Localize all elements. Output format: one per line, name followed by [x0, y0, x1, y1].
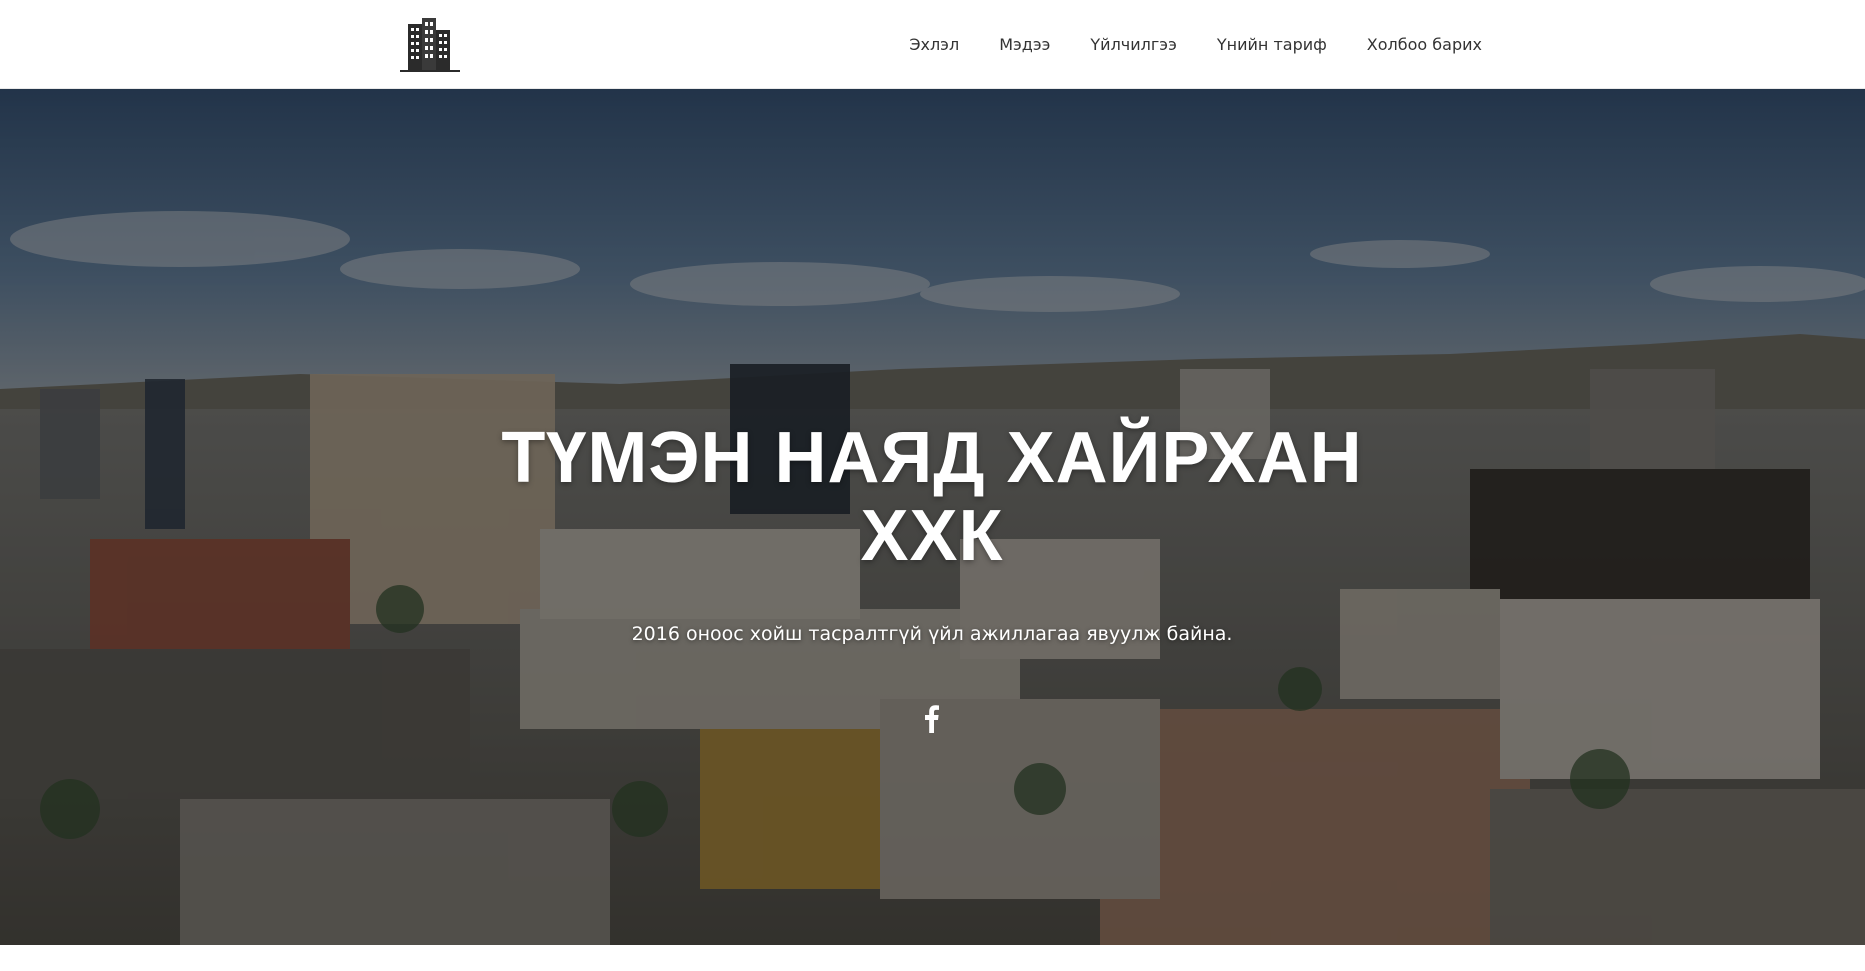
page-bottom-strip	[0, 945, 1865, 971]
hero-content: ТҮМЭН НАЯД ХАЙРХАН ХХК 2016 оноос хойш т…	[0, 89, 1865, 945]
hero-subtitle: 2016 оноос хойш тасралтгүй үйл ажиллагаа…	[631, 623, 1233, 645]
hero-title-line2: ХХК	[860, 496, 1004, 576]
top-navbar: Эхлэл Мэдээ Үйлчилгээ Үнийн тариф Холбоо…	[0, 0, 1865, 89]
nav-link-news[interactable]: Мэдээ	[979, 0, 1070, 89]
building-icon	[400, 18, 460, 72]
nav-link-contact[interactable]: Холбоо барих	[1347, 0, 1482, 89]
hero-title: ТҮМЭН НАЯД ХАЙРХАН ХХК	[432, 419, 1432, 575]
nav-link-pricing[interactable]: Үнийн тариф	[1197, 0, 1347, 89]
facebook-icon	[925, 705, 939, 733]
nav-link-services[interactable]: Үйлчилгээ	[1070, 0, 1196, 89]
main-nav: Эхлэл Мэдээ Үйлчилгээ Үнийн тариф Холбоо…	[889, 0, 1482, 89]
hero-title-line1: ТҮМЭН НАЯД ХАЙРХАН	[501, 418, 1363, 498]
facebook-link[interactable]	[920, 703, 944, 735]
site-logo[interactable]	[398, 16, 462, 74]
hero-section: ТҮМЭН НАЯД ХАЙРХАН ХХК 2016 оноос хойш т…	[0, 89, 1865, 945]
nav-link-home[interactable]: Эхлэл	[889, 0, 979, 89]
